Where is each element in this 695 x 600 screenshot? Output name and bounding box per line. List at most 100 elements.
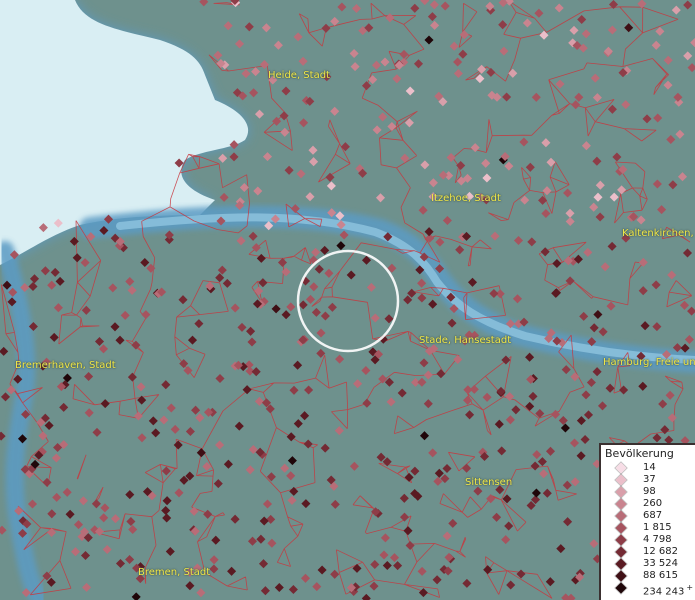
legend-swatch [614, 461, 628, 475]
settlement-marker [642, 114, 652, 124]
settlement-marker [335, 354, 345, 364]
settlement-marker [592, 367, 602, 377]
settlement-marker [405, 86, 415, 96]
settlement-marker [417, 278, 427, 288]
settlement-marker [51, 453, 61, 463]
settlement-marker [561, 365, 571, 375]
settlement-marker [170, 424, 180, 434]
settlement-marker [281, 86, 291, 96]
settlement-marker [337, 2, 347, 12]
settlement-marker [215, 440, 225, 450]
settlement-marker [638, 381, 648, 391]
settlement-marker [583, 247, 593, 257]
settlement-marker [300, 573, 311, 583]
settlement-marker [298, 300, 308, 310]
settlement-marker [108, 283, 118, 293]
settlement-marker [598, 327, 608, 337]
settlement-marker [229, 152, 239, 162]
settlement-marker [438, 170, 448, 180]
settlement-marker [293, 419, 303, 429]
settlement-marker [563, 517, 573, 527]
settlement-marker [638, 257, 648, 267]
settlement-marker [498, 20, 508, 30]
legend-row: 260 [601, 497, 695, 511]
legend-title: Bevölkerung [605, 447, 674, 460]
settlement-marker [223, 21, 233, 31]
settlement-marker [256, 253, 266, 263]
settlement-marker [126, 516, 136, 527]
settlement-marker [652, 322, 662, 332]
settlement-marker [597, 401, 608, 411]
settlement-marker [410, 466, 420, 476]
settlement-marker [531, 92, 541, 102]
settlement-marker [530, 461, 540, 471]
settlement-marker [490, 231, 500, 241]
settlement-marker [244, 22, 254, 32]
settlement-marker [595, 180, 605, 190]
settlement-marker [6, 385, 16, 395]
settlement-marker [281, 310, 291, 320]
settlement-marker [84, 371, 94, 382]
settlement-marker [50, 267, 60, 277]
settlement-marker [442, 463, 452, 474]
settlement-marker [419, 431, 430, 441]
settlement-marker [247, 337, 257, 347]
settlement-marker [522, 18, 532, 28]
settlement-marker [0, 346, 9, 356]
settlement-marker [289, 385, 299, 395]
settlement-marker [621, 100, 631, 110]
settlement-marker [565, 208, 575, 218]
settlement-marker [667, 270, 677, 280]
settlement-marker [580, 434, 590, 445]
settlement-marker [501, 535, 511, 545]
settlement-marker [350, 62, 360, 72]
settlement-marker [417, 293, 427, 303]
settlement-marker [241, 69, 251, 79]
settlement-marker [558, 415, 568, 426]
legend-row: 88 615 [601, 569, 695, 583]
settlement-marker [489, 288, 499, 299]
settlement-marker [69, 236, 79, 246]
settlement-marker [161, 505, 171, 516]
settlement-marker [453, 354, 463, 365]
city-label-heide: Heide, Stadt [268, 70, 330, 81]
settlement-marker [679, 300, 690, 310]
settlement-marker [324, 268, 334, 278]
settlement-marker [538, 195, 548, 205]
settlement-marker [589, 323, 599, 333]
settlement-marker [442, 215, 452, 226]
settlement-marker [370, 559, 380, 570]
legend-label: 12 682 [643, 546, 678, 557]
settlement-marker [420, 160, 430, 170]
settlement-marker [256, 534, 266, 544]
settlement-marker [40, 266, 50, 276]
map-canvas[interactable]: Heide, Stadt Itzehoe, Stadt Kaltenkirche… [0, 0, 695, 600]
settlement-marker [28, 281, 38, 292]
legend-swatch [614, 557, 628, 571]
settlement-marker [508, 68, 518, 78]
settlement-marker [576, 451, 586, 461]
settlement-marker [607, 104, 617, 114]
settlement-marker [100, 503, 110, 513]
settlement-marker [668, 180, 678, 190]
settlement-marker [349, 48, 359, 59]
settlement-marker [209, 555, 219, 565]
settlement-marker [403, 526, 413, 536]
settlement-marker [682, 248, 693, 258]
settlement-marker [541, 208, 551, 219]
legend-swatch [614, 485, 628, 499]
settlement-marker [569, 25, 579, 35]
settlement-marker [140, 257, 150, 268]
settlement-marker [194, 319, 204, 329]
settlement-marker [314, 264, 324, 274]
settlement-marker [405, 540, 415, 551]
settlement-marker [80, 550, 91, 561]
settlement-marker [428, 178, 438, 188]
settlement-marker [49, 332, 59, 342]
settlement-marker [436, 369, 446, 379]
settlement-marker [211, 535, 221, 545]
settlement-marker [361, 365, 371, 376]
settlement-marker [312, 582, 322, 592]
settlement-marker [463, 385, 473, 395]
settlement-marker [258, 559, 269, 569]
